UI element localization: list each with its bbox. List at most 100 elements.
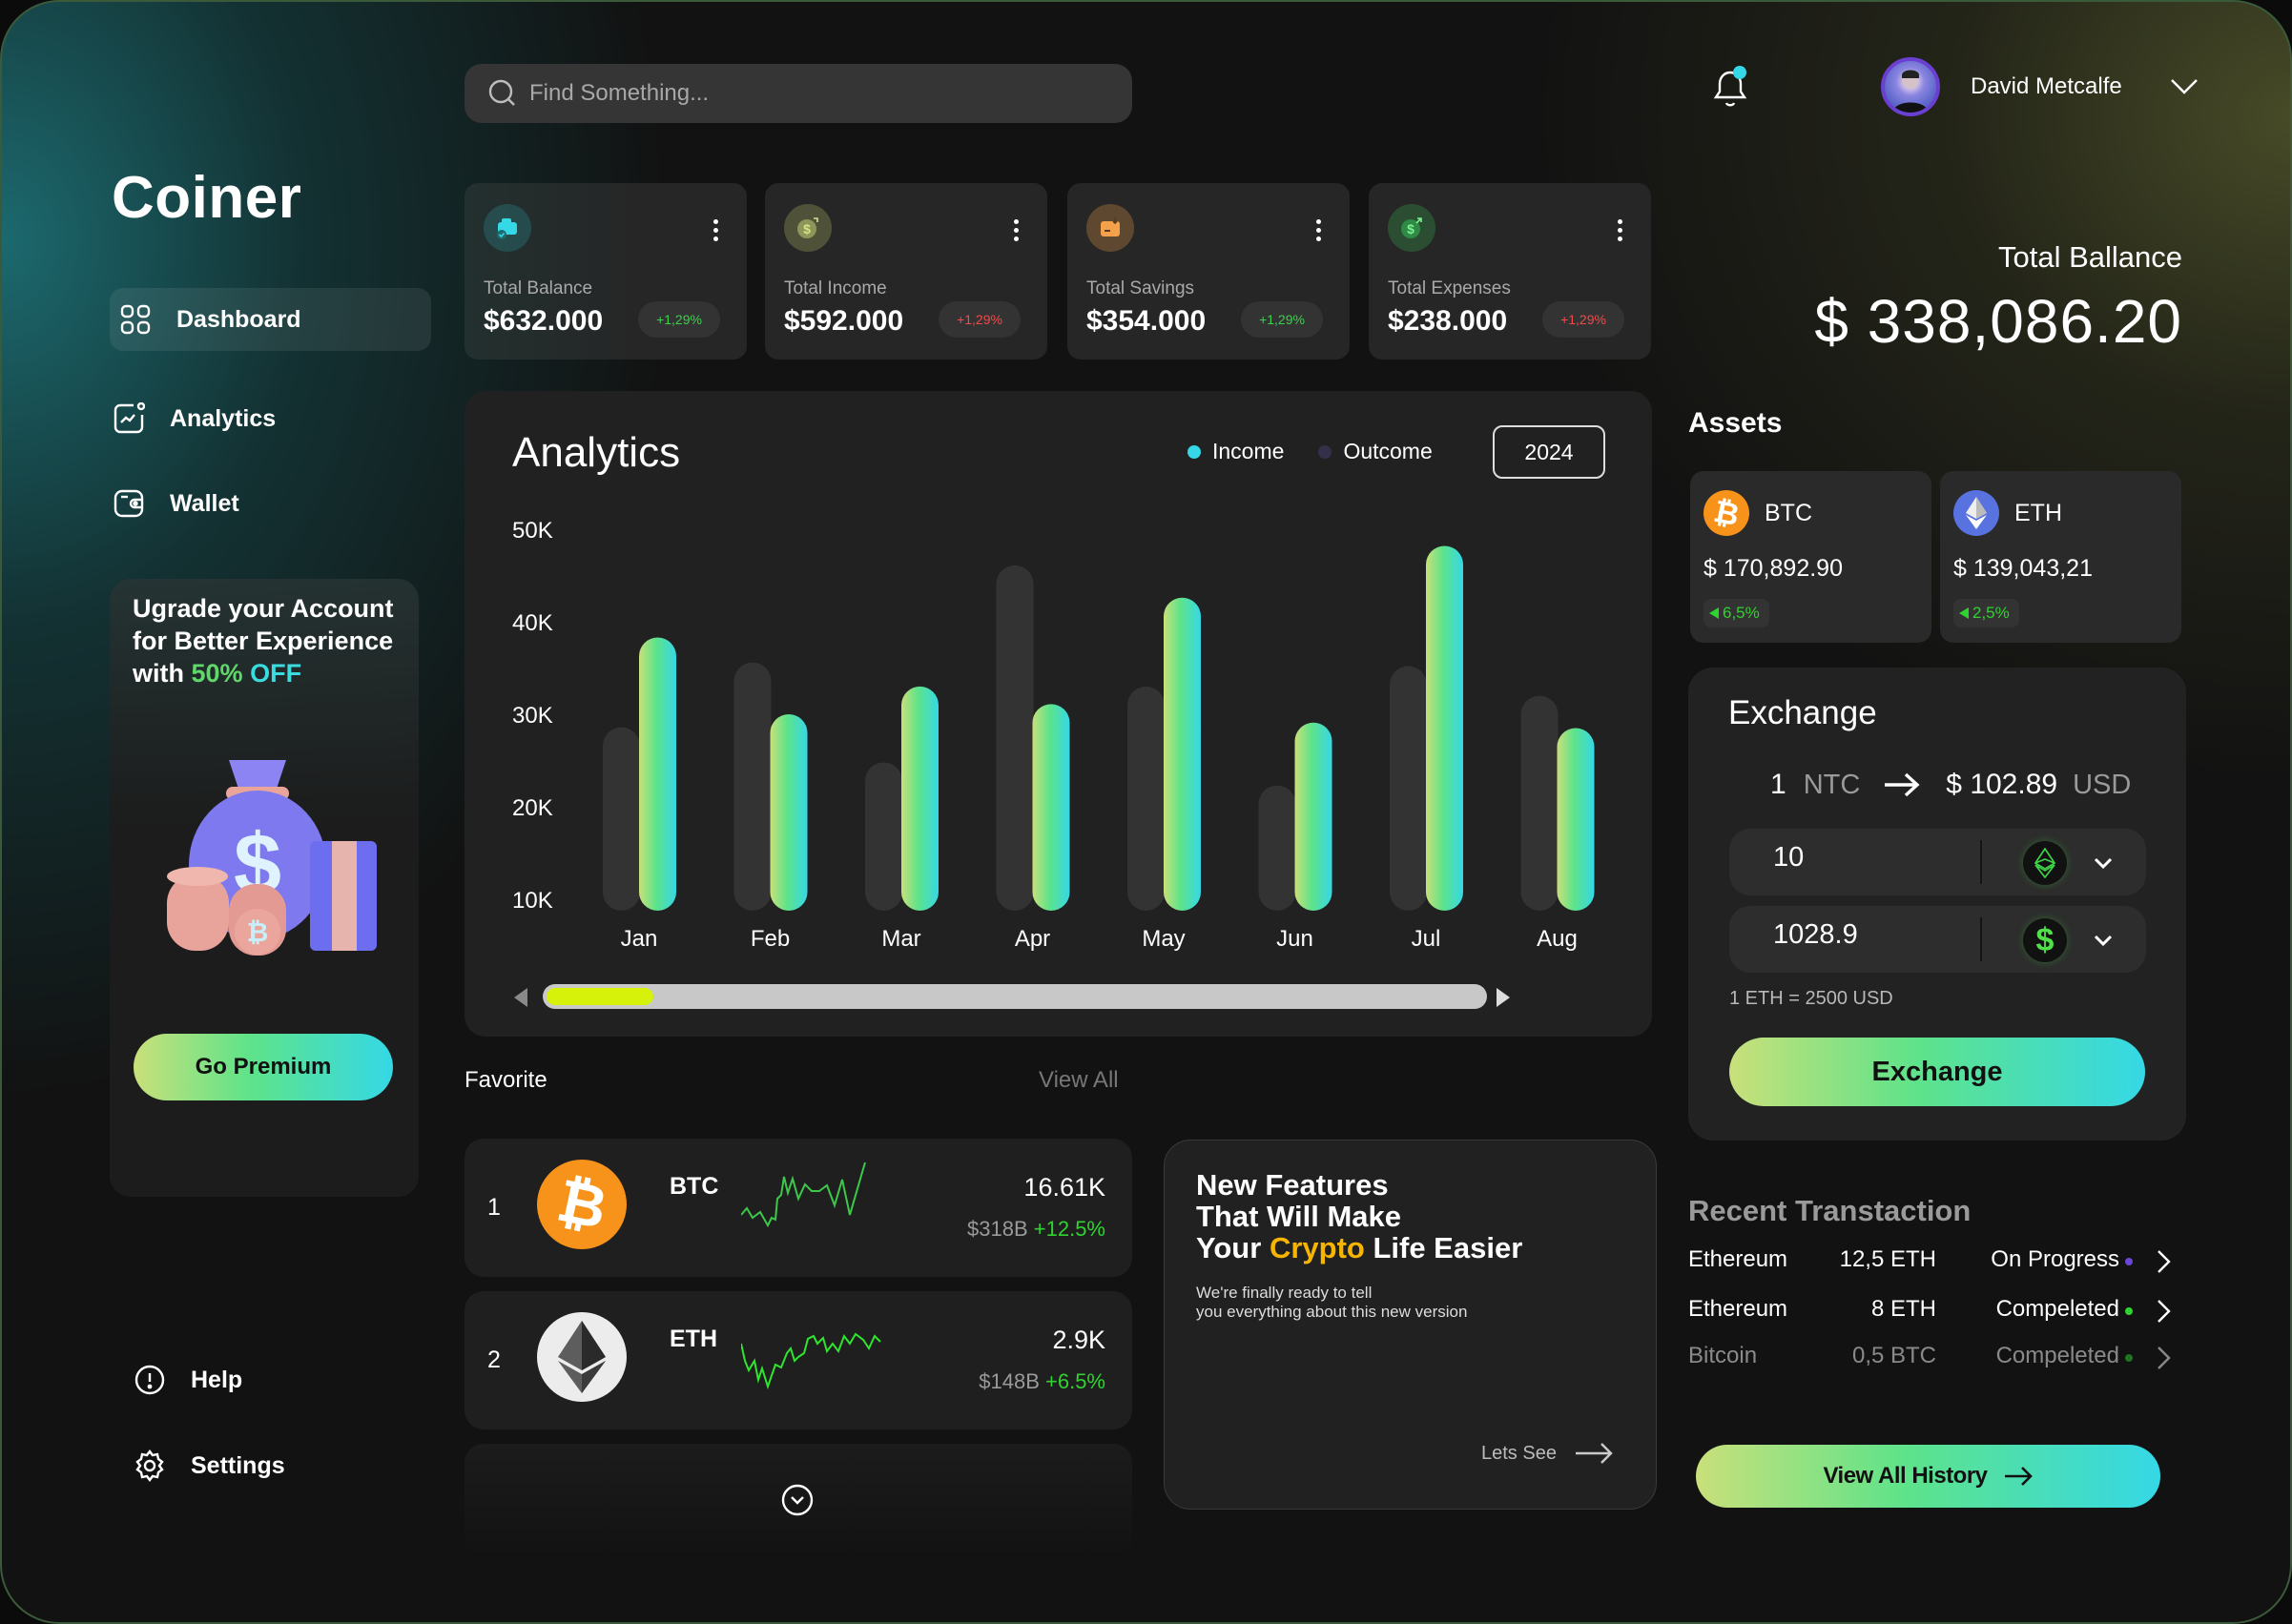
asset-symbol: ETH	[2014, 500, 2062, 526]
chevron-down-icon[interactable]	[2170, 78, 2199, 95]
stat-change-badge: +1,29%	[939, 301, 1021, 338]
user-menu[interactable]: David Metcalfe	[1881, 57, 2199, 116]
sidebar-item-label: Settings	[191, 1451, 285, 1479]
arrow-right-icon	[2004, 1467, 2033, 1486]
chevron-right-icon[interactable]	[2154, 1248, 2173, 1275]
sidebar-item-label: Wallet	[170, 489, 239, 517]
asset-symbol: BTC	[1765, 500, 1812, 526]
favorite-row-eth[interactable]: 2 ETH 2.9K $148B +6.5%	[465, 1291, 1132, 1429]
transaction-amount: 8 ETH	[1870, 1296, 1936, 1322]
asset-card-eth[interactable]: ETH $ 139,043,21 2,5%	[1940, 471, 2181, 643]
stat-label: Total Savings	[1086, 278, 1195, 298]
more-options-icon[interactable]	[1618, 219, 1622, 241]
sidebar-item-analytics[interactable]: Analytics	[103, 387, 276, 450]
bell-icon[interactable]	[1711, 65, 1749, 109]
app-window: Coiner Dashboard Analytics Wallet Ugrade…	[2, 2, 2290, 1622]
sidebar-item-label: Dashboard	[176, 305, 301, 333]
stat-value: $238.000	[1388, 305, 1508, 337]
promo-discount: 50%	[191, 659, 243, 688]
transaction-status: Compeleted	[1995, 1343, 2119, 1368]
bar-outcome-jul[interactable]	[1390, 666, 1427, 911]
fav-price: 16.61K	[1023, 1173, 1105, 1202]
bar-outcome-may[interactable]	[1127, 686, 1165, 911]
expand-more-icon[interactable]	[781, 1484, 814, 1516]
bar-income-mar[interactable]	[901, 686, 939, 911]
money-bag-icon: $	[784, 204, 832, 252]
bar-income-jan[interactable]	[639, 637, 676, 911]
asset-value: $ 139,043,21	[1953, 555, 2093, 582]
lets-see-link[interactable]: Lets See	[1481, 1442, 1614, 1465]
chart-icon	[114, 402, 145, 434]
sidebar-item-settings[interactable]: Settings	[124, 1434, 285, 1497]
sidebar-item-label: Help	[191, 1366, 243, 1393]
more-options-icon[interactable]	[713, 219, 718, 241]
bar-income-apr[interactable]	[1032, 704, 1070, 911]
favorite-row-btc[interactable]: 1 ₿ BTC 16.61K $318B +12.5%	[465, 1139, 1132, 1277]
search-bar[interactable]	[465, 64, 1132, 123]
search-input[interactable]	[529, 80, 1102, 107]
bar-outcome-feb[interactable]	[733, 662, 772, 911]
stat-change-badge: +1,29%	[1542, 301, 1624, 338]
chevron-down-icon[interactable]	[2090, 850, 2116, 876]
fav-rank: 2	[487, 1346, 501, 1373]
exchange-from-input[interactable]	[1773, 842, 1983, 874]
stat-card-total-savings: Total Savings $354.000 +1,29%	[1067, 183, 1350, 360]
chart-scrollbar[interactable]	[543, 984, 1487, 1009]
chart-scrollbar-thumb[interactable]	[547, 988, 653, 1005]
usd-currency-icon[interactable]: $	[2023, 918, 2067, 962]
fav-marketcap: $148B +6.5%	[979, 1369, 1105, 1393]
bar-outcome-aug[interactable]	[1520, 695, 1559, 911]
chevron-right-icon[interactable]	[2154, 1345, 2173, 1371]
go-premium-button[interactable]: Go Premium	[134, 1034, 393, 1100]
transaction-row[interactable]: Ethereum 8 ETH Compeleted	[1688, 1292, 2184, 1330]
bar-outcome-apr[interactable]	[996, 565, 1034, 911]
chevron-right-icon[interactable]	[2154, 1298, 2173, 1325]
chart-legend: Income Outcome	[1187, 439, 1433, 464]
transaction-row[interactable]: Ethereum 12,5 ETH On Progress	[1688, 1243, 2184, 1281]
field-divider	[1980, 840, 1982, 884]
bar-income-may[interactable]	[1164, 597, 1201, 911]
field-divider	[1980, 917, 1982, 961]
bar-outcome-jan[interactable]	[603, 727, 640, 911]
btc-sparkline	[741, 1162, 866, 1228]
scroll-left-icon[interactable]	[512, 987, 529, 1008]
avatar[interactable]	[1881, 57, 1940, 116]
view-all-history-button[interactable]: View All History	[1696, 1445, 2160, 1508]
eth-currency-icon[interactable]	[2023, 841, 2067, 885]
stat-label: Total Expenses	[1388, 278, 1511, 298]
sidebar-item-wallet[interactable]: Wallet	[103, 472, 239, 535]
chevron-down-icon[interactable]	[2090, 927, 2116, 954]
more-options-icon[interactable]	[1316, 219, 1321, 241]
favorite-row-more	[465, 1444, 1132, 1558]
svg-text:₿: ₿	[247, 917, 269, 947]
bar-income-jun[interactable]	[1294, 722, 1332, 911]
bar-outcome-mar[interactable]	[865, 762, 902, 911]
year-select[interactable]: 2024	[1493, 425, 1605, 479]
sidebar-item-help[interactable]: Help	[124, 1348, 242, 1411]
sidebar-item-dashboard[interactable]: Dashboard	[110, 288, 431, 351]
exchange-button[interactable]: Exchange	[1729, 1038, 2145, 1106]
features-title: New Features That Will Make Your Crypto …	[1196, 1168, 1523, 1264]
asset-card-btc[interactable]: ₿ BTC $ 170,892.90 6,5%	[1690, 471, 1931, 643]
x-tick-label: Apr	[1015, 926, 1050, 952]
bar-income-feb[interactable]	[770, 714, 808, 911]
fav-symbol: BTC	[670, 1173, 719, 1200]
transaction-row[interactable]: Bitcoin 0,5 BTC Compeleted	[1688, 1339, 2184, 1377]
svg-text:$: $	[1407, 221, 1414, 236]
legend-income[interactable]: Income	[1187, 439, 1284, 464]
bar-outcome-jun[interactable]	[1258, 785, 1296, 911]
asset-change: 2,5%	[1953, 599, 2019, 627]
stat-card-total-expenses: $ Total Expenses $238.000 +1,29%	[1369, 183, 1651, 360]
y-tick-label: 20K	[512, 795, 553, 821]
fav-rank: 1	[487, 1194, 501, 1221]
status-dot	[2125, 1258, 2133, 1265]
bar-income-aug[interactable]	[1557, 728, 1595, 911]
favorites-view-all-link[interactable]: View All	[1039, 1067, 1119, 1094]
more-options-icon[interactable]	[1014, 219, 1019, 241]
scroll-right-icon[interactable]	[1495, 987, 1512, 1008]
exchange-to-input[interactable]	[1773, 919, 1983, 951]
x-tick-label: Mar	[881, 926, 920, 952]
legend-outcome[interactable]: Outcome	[1318, 439, 1433, 464]
bar-income-jul[interactable]	[1426, 545, 1463, 911]
arrow-right-icon	[1575, 1443, 1613, 1464]
